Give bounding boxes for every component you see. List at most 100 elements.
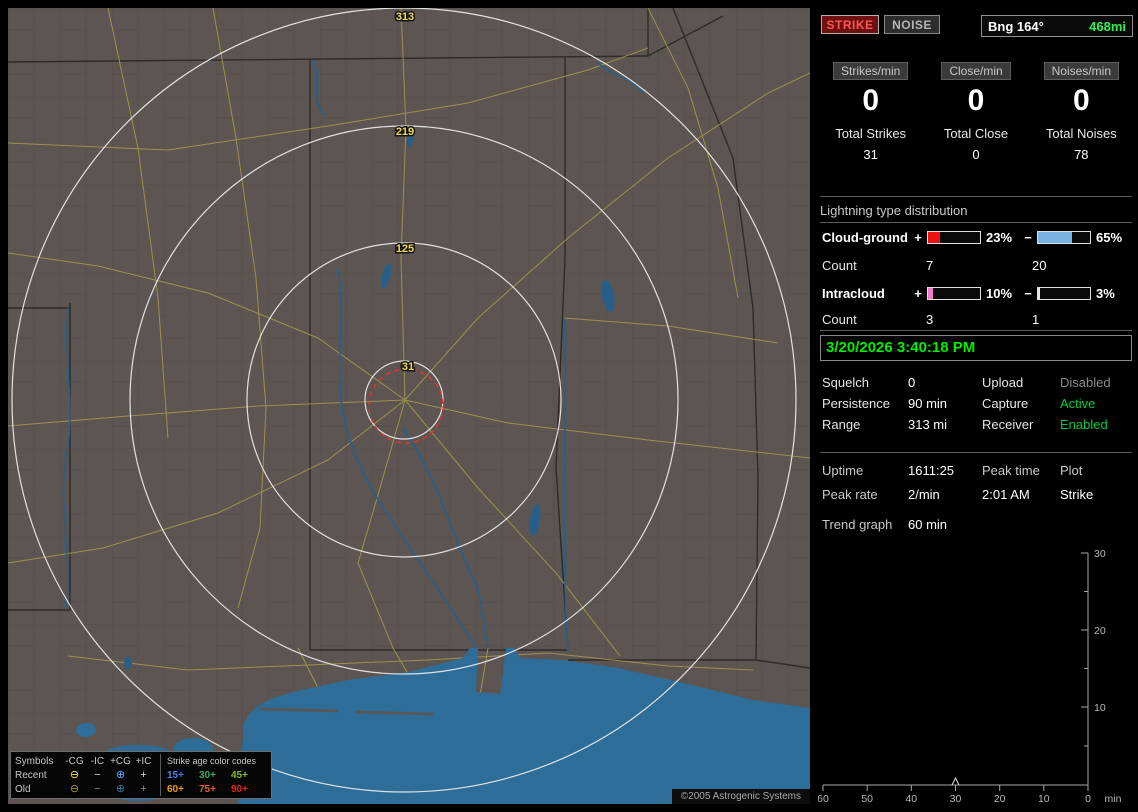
strike-button[interactable]: STRIKE bbox=[821, 15, 879, 34]
settings-grid: Squelch 0 Upload Disabled Persistence 90… bbox=[822, 375, 1134, 432]
copyright-notice: ©2005 Astrogenic Systems bbox=[671, 789, 810, 804]
ring-label-313: 313 bbox=[396, 11, 414, 23]
upload-label: Upload bbox=[982, 375, 1024, 390]
age-30: 30+ bbox=[199, 769, 216, 781]
cg-positive-pct: 23% bbox=[986, 230, 1013, 245]
trend-graph-row: Trend graph 60 min bbox=[822, 517, 947, 532]
noise-button[interactable]: NOISE bbox=[884, 15, 940, 34]
y-tick-10: 10 bbox=[1094, 702, 1106, 714]
pos-ic-recent-icon: + bbox=[140, 769, 147, 781]
y-tick-30: 30 bbox=[1094, 548, 1106, 560]
x-tick-20: 20 bbox=[994, 793, 1006, 804]
noises-per-min-value: 0 bbox=[1072, 84, 1090, 117]
squelch-label: Squelch bbox=[822, 375, 869, 390]
age-60: 60+ bbox=[167, 783, 184, 795]
distribution-title: Lightning type distribution bbox=[820, 203, 1132, 223]
minus-sign: − bbox=[1024, 230, 1032, 245]
total-noises-value: 78 bbox=[1074, 147, 1089, 162]
x-tick-60: 60 bbox=[818, 793, 829, 804]
persistence-label: Persistence bbox=[822, 396, 890, 411]
close-per-min-column: Close/min 0 Total Close 0 bbox=[923, 62, 1028, 162]
pos-cg-recent-icon: ⊕ bbox=[115, 769, 126, 781]
strikes-per-min-column: Strikes/min 0 Total Strikes 31 bbox=[818, 62, 923, 162]
cloud-ground-label: Cloud-ground bbox=[822, 230, 908, 245]
clock-readout: 3/20/2026 3:40:18 PM bbox=[820, 335, 1132, 361]
range-label: Range bbox=[822, 417, 861, 432]
pos-ic-old-icon: + bbox=[140, 783, 147, 795]
status-grid: Uptime 1611:25 Peak time Plot Peak rate … bbox=[822, 463, 1134, 502]
divider bbox=[820, 452, 1132, 453]
legend-age-grid: Strike age color codes 15+ 30+ 45+ 60+ 7… bbox=[160, 754, 267, 796]
intracloud-count-row: Count 3 1 bbox=[822, 312, 1092, 327]
total-close-label: Total Close bbox=[943, 126, 1009, 141]
cg-negative-count: 20 bbox=[1032, 258, 1047, 273]
age-75: 75+ bbox=[199, 783, 216, 795]
ic-positive-count: 3 bbox=[926, 312, 934, 327]
cloud-ground-count-row: Count 7 20 bbox=[822, 258, 1092, 273]
ring-label-219: 219 bbox=[396, 126, 414, 138]
ic-negative-count: 1 bbox=[1032, 312, 1040, 327]
y-axis-labels: 30 20 10 bbox=[1094, 548, 1106, 714]
rate-boxes: Strikes/min 0 Total Strikes 31 Close/min… bbox=[818, 62, 1134, 162]
total-strikes-value: 31 bbox=[863, 147, 878, 162]
divider bbox=[820, 330, 1132, 331]
x-tick-10: 10 bbox=[1038, 793, 1050, 804]
trend-graph: 30 20 10 60 50 40 30 20 10 0 min bbox=[817, 536, 1134, 805]
age-45: 45+ bbox=[231, 769, 248, 781]
squelch-value: 0 bbox=[908, 375, 916, 390]
intracloud-label: Intracloud bbox=[822, 286, 885, 301]
intracloud-row: Intracloud + 10% − 3% bbox=[822, 286, 1134, 301]
peak-time-value: 2:01 AM bbox=[982, 487, 1030, 502]
total-close-value: 0 bbox=[972, 147, 980, 162]
ring-label-125: 125 bbox=[396, 243, 414, 255]
cg-positive-count: 7 bbox=[926, 258, 934, 273]
legend-col-pos-cg: +CG bbox=[110, 755, 131, 767]
neg-cg-old-icon: ⊖ bbox=[69, 783, 80, 795]
plus-sign: + bbox=[914, 286, 922, 301]
uptime-label: Uptime bbox=[822, 463, 864, 478]
close-per-min-label: Close/min bbox=[941, 62, 1011, 80]
uptime-value: 1611:25 bbox=[908, 463, 955, 478]
sidebar: STRIKE NOISE Bng 164° 468mi Strikes/min … bbox=[817, 8, 1134, 805]
neg-ic-old-icon: − bbox=[94, 783, 101, 795]
bearing-distance: 468mi bbox=[1089, 18, 1126, 34]
app-window: 313 219 125 31 Symbols -CG -IC +CG +IC R… bbox=[0, 0, 1138, 812]
x-tick-30: 30 bbox=[950, 793, 962, 804]
ic-positive-bar bbox=[927, 287, 981, 300]
map-legend: Symbols -CG -IC +CG +IC Recent ⊖ − ⊕ + O… bbox=[10, 751, 272, 799]
count-label: Count bbox=[822, 258, 857, 273]
legend-col-neg-ic: -IC bbox=[90, 755, 105, 767]
upload-value: Disabled bbox=[1060, 375, 1111, 390]
x-tick-0: 0 bbox=[1085, 793, 1091, 804]
legend-age-header: Strike age color codes bbox=[167, 756, 257, 766]
map-panel: 313 219 125 31 Symbols -CG -IC +CG +IC R… bbox=[8, 8, 810, 804]
axes bbox=[822, 552, 1089, 791]
ic-positive-pct: 10% bbox=[986, 286, 1013, 301]
plus-sign: + bbox=[914, 230, 922, 245]
x-unit-label: min bbox=[1105, 793, 1122, 804]
receiver-label: Receiver bbox=[982, 417, 1034, 432]
close-per-min-value: 0 bbox=[967, 84, 985, 117]
noises-per-min-label: Noises/min bbox=[1043, 62, 1119, 80]
trend-graph-svg: 30 20 10 60 50 40 30 20 10 0 min bbox=[817, 548, 1122, 805]
age-90: 90+ bbox=[231, 783, 248, 795]
peak-rate-label: Peak rate bbox=[822, 487, 878, 502]
neg-ic-recent-icon: − bbox=[94, 769, 101, 781]
age-15: 15+ bbox=[167, 769, 184, 781]
x-tick-50: 50 bbox=[861, 793, 873, 804]
legend-col-neg-cg: -CG bbox=[65, 755, 84, 767]
plot-label: Plot bbox=[1060, 463, 1083, 478]
pos-cg-old-icon: ⊕ bbox=[115, 783, 126, 795]
cg-positive-bar bbox=[927, 231, 981, 244]
plot-value: Strike bbox=[1060, 487, 1094, 502]
x-tick-40: 40 bbox=[905, 793, 917, 804]
x-axis-labels: 60 50 40 30 20 10 0 min bbox=[817, 793, 1122, 805]
divider bbox=[820, 196, 1132, 197]
noises-per-min-column: Noises/min 0 Total Noises 78 bbox=[1029, 62, 1134, 162]
legend-old-label: Old bbox=[15, 783, 31, 795]
lightning-map: 313 219 125 31 bbox=[8, 8, 810, 804]
trend-graph-label: Trend graph bbox=[822, 517, 893, 532]
legend-symbols-header: Symbols bbox=[15, 755, 54, 767]
legend-col-pos-ic: +IC bbox=[135, 755, 152, 767]
count-label: Count bbox=[822, 312, 857, 327]
